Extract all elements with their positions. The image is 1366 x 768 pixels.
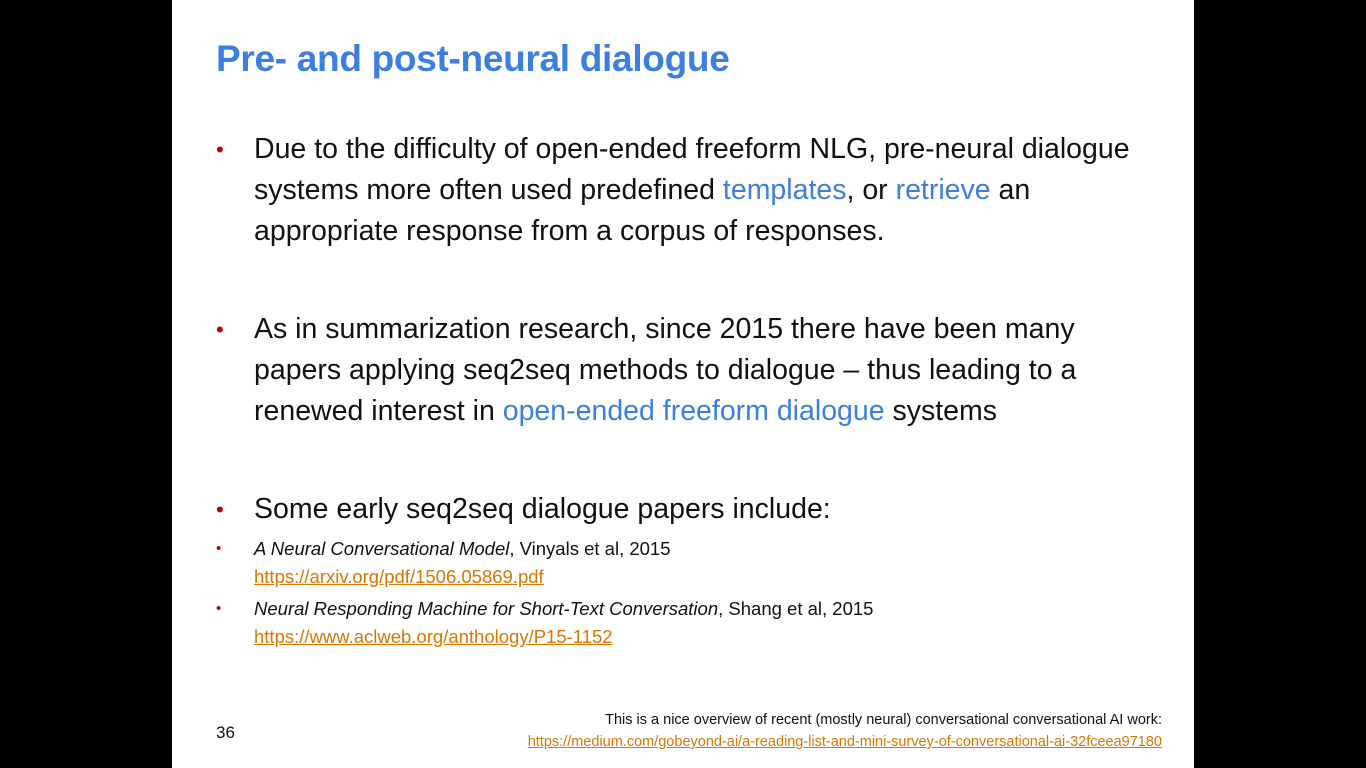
bullet-seq2seq-research: • As in summarization research, since 20… [216, 309, 1154, 432]
highlight-open-ended: open-ended freeform dialogue [502, 395, 885, 427]
slide: Pre- and post-neural dialogue • Due to t… [172, 0, 1194, 768]
slide-number: 36 [216, 723, 235, 742]
footer-note: This is a nice overview of recent (mostl… [528, 709, 1162, 753]
footer-text: This is a nice overview of recent (mostl… [605, 712, 1162, 728]
bullet-pre-neural: • Due to the difficulty of open-ended fr… [216, 129, 1154, 252]
bullet-dot-icon: • [216, 497, 224, 522]
bullet-dot-icon: • [216, 137, 224, 162]
highlight-templates: templates [722, 174, 847, 206]
footer-link[interactable]: https://medium.com/gobeyond-ai/a-reading… [528, 734, 1162, 750]
paper-title: A Neural Conversational Model [254, 538, 510, 559]
slide-title: Pre- and post-neural dialogue [216, 38, 730, 79]
paper-link[interactable]: https://arxiv.org/pdf/1506.05869.pdf [254, 566, 544, 587]
paper-link[interactable]: https://www.aclweb.org/anthology/P15-115… [254, 626, 613, 647]
bullet-early-papers: • Some early seq2seq dialogue papers inc… [216, 489, 1154, 530]
paper-authors: , Shang et al, 2015 [718, 598, 874, 619]
highlight-retrieve: retrieve [895, 174, 991, 206]
bullet-dot-icon: • [216, 540, 222, 557]
paper-authors: , Vinyals et al, 2015 [509, 538, 671, 559]
bullet-text: systems [884, 395, 998, 427]
paper-item: • A Neural Conversational Model, Vinyals… [216, 535, 1154, 591]
paper-item: • Neural Responding Machine for Short-Te… [216, 595, 1154, 651]
bullet-dot-icon: • [216, 600, 222, 617]
bullet-text: , or [846, 174, 896, 206]
bullet-text: Some early seq2seq dialogue papers inclu… [254, 493, 831, 525]
bullet-dot-icon: • [216, 317, 224, 342]
paper-title: Neural Responding Machine for Short-Text… [254, 598, 719, 619]
